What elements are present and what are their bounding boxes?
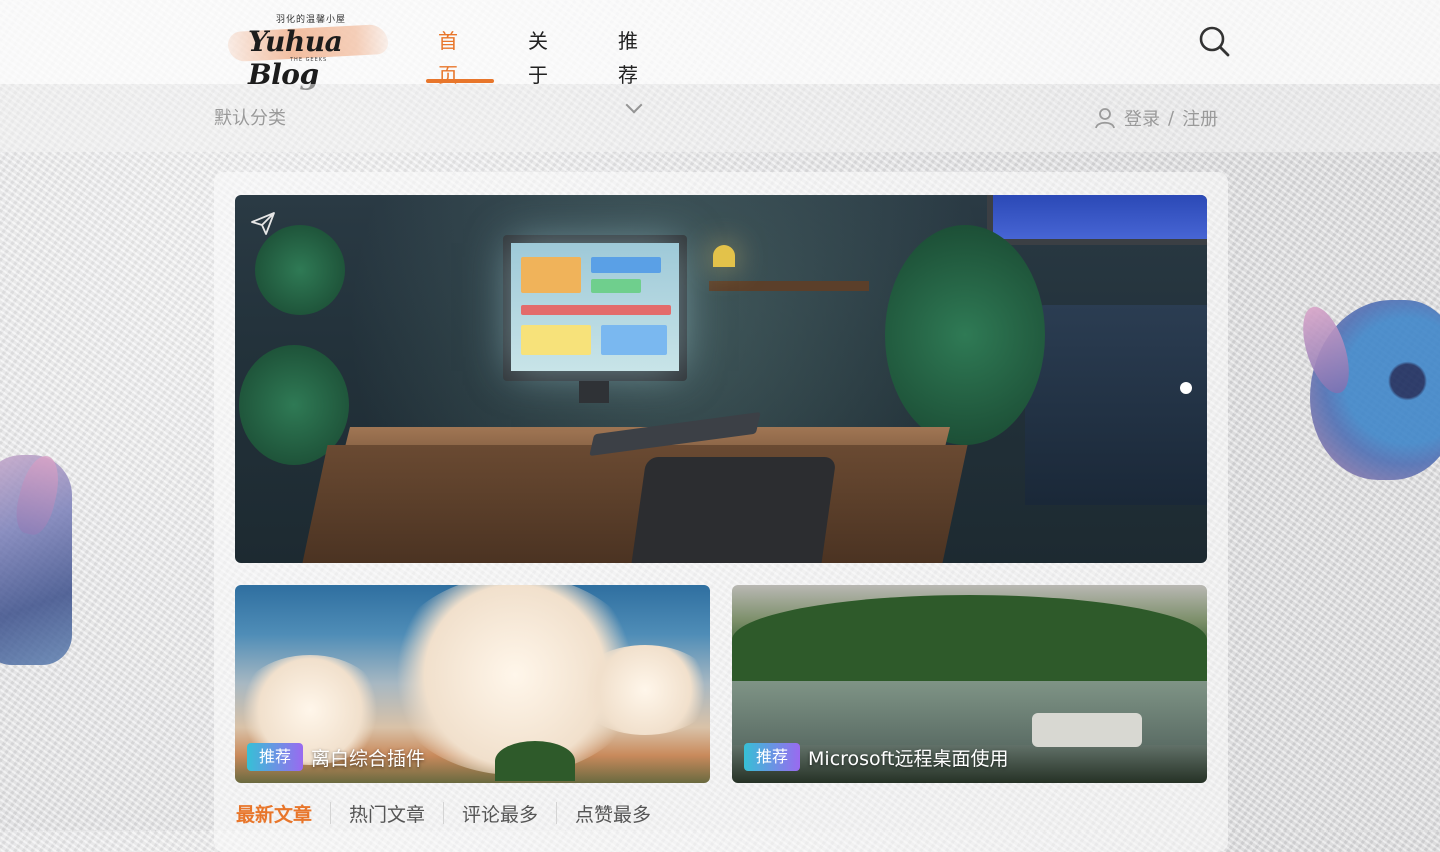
hero-monitor-stand	[579, 381, 609, 403]
site-logo[interactable]: 羽化的温馨小屋 Yuhua Blog THE GEEKS	[227, 12, 390, 91]
tab-divider	[556, 802, 558, 824]
recommend-tag: 推荐	[247, 743, 304, 771]
recommend-card[interactable]: 推荐 离白综合插件	[235, 585, 710, 783]
paper-plane-icon	[251, 212, 275, 235]
register-link[interactable]: 注册	[1182, 105, 1218, 131]
card-tree	[495, 741, 575, 781]
cloud-shape	[575, 645, 710, 735]
auth-separator: /	[1168, 107, 1175, 129]
article-tabs: 最新文章 热门文章 评论最多 点赞最多	[236, 798, 651, 828]
auth-links: 登录 / 注册	[1094, 104, 1218, 132]
card-forest	[732, 595, 1207, 685]
hero-bed	[1025, 305, 1207, 505]
hero-carousel[interactable]	[235, 195, 1207, 563]
hero-plant	[885, 225, 1045, 445]
nav-item-home[interactable]: 首页	[438, 24, 458, 87]
nav-item-label: 关于	[528, 29, 548, 87]
nav-active-indicator	[426, 79, 494, 83]
hero-lamp	[713, 245, 735, 267]
tab-most-likes[interactable]: 点赞最多	[575, 800, 651, 827]
tab-latest[interactable]: 最新文章	[236, 800, 312, 827]
card-title[interactable]: Microsoft远程桌面使用	[808, 744, 1008, 771]
recommend-card[interactable]: 推荐 Microsoft远程桌面使用	[732, 585, 1207, 783]
share-button[interactable]	[249, 209, 277, 237]
nav-item-recommend[interactable]: 推荐	[618, 24, 643, 114]
tab-divider	[443, 802, 445, 824]
hero-shelf	[709, 281, 869, 291]
hero-chair	[631, 457, 837, 563]
user-icon	[1095, 108, 1115, 129]
breadcrumb[interactable]: 默认分类	[214, 104, 286, 130]
logo-tagline: THE GEEKS	[290, 57, 328, 63]
site-header: 羽化的温馨小屋 Yuhua Blog THE GEEKS 首页 关于 推荐	[0, 0, 1440, 114]
carousel-dot[interactable]	[1180, 382, 1192, 394]
card-label: 推荐 离白综合插件	[247, 743, 425, 771]
hero-monitor-screen	[511, 243, 679, 371]
hero-window	[987, 195, 1207, 245]
recommend-tag: 推荐	[744, 743, 801, 771]
card-label: 推荐 Microsoft远程桌面使用	[744, 743, 1008, 771]
search-icon	[1199, 26, 1230, 57]
tab-divider	[330, 802, 332, 824]
login-link[interactable]: 登录	[1124, 105, 1160, 131]
card-sofa	[1032, 713, 1142, 747]
card-title[interactable]: 离白综合插件	[311, 744, 425, 771]
hero-plant	[255, 225, 345, 315]
tab-most-comments[interactable]: 评论最多	[462, 800, 538, 827]
search-button[interactable]	[1196, 24, 1232, 60]
logo-small-text: 羽化的温馨小屋	[276, 15, 347, 25]
nav-item-label: 推荐	[618, 29, 638, 87]
tab-hot[interactable]: 热门文章	[349, 800, 425, 827]
nav-item-about[interactable]: 关于	[528, 24, 548, 87]
